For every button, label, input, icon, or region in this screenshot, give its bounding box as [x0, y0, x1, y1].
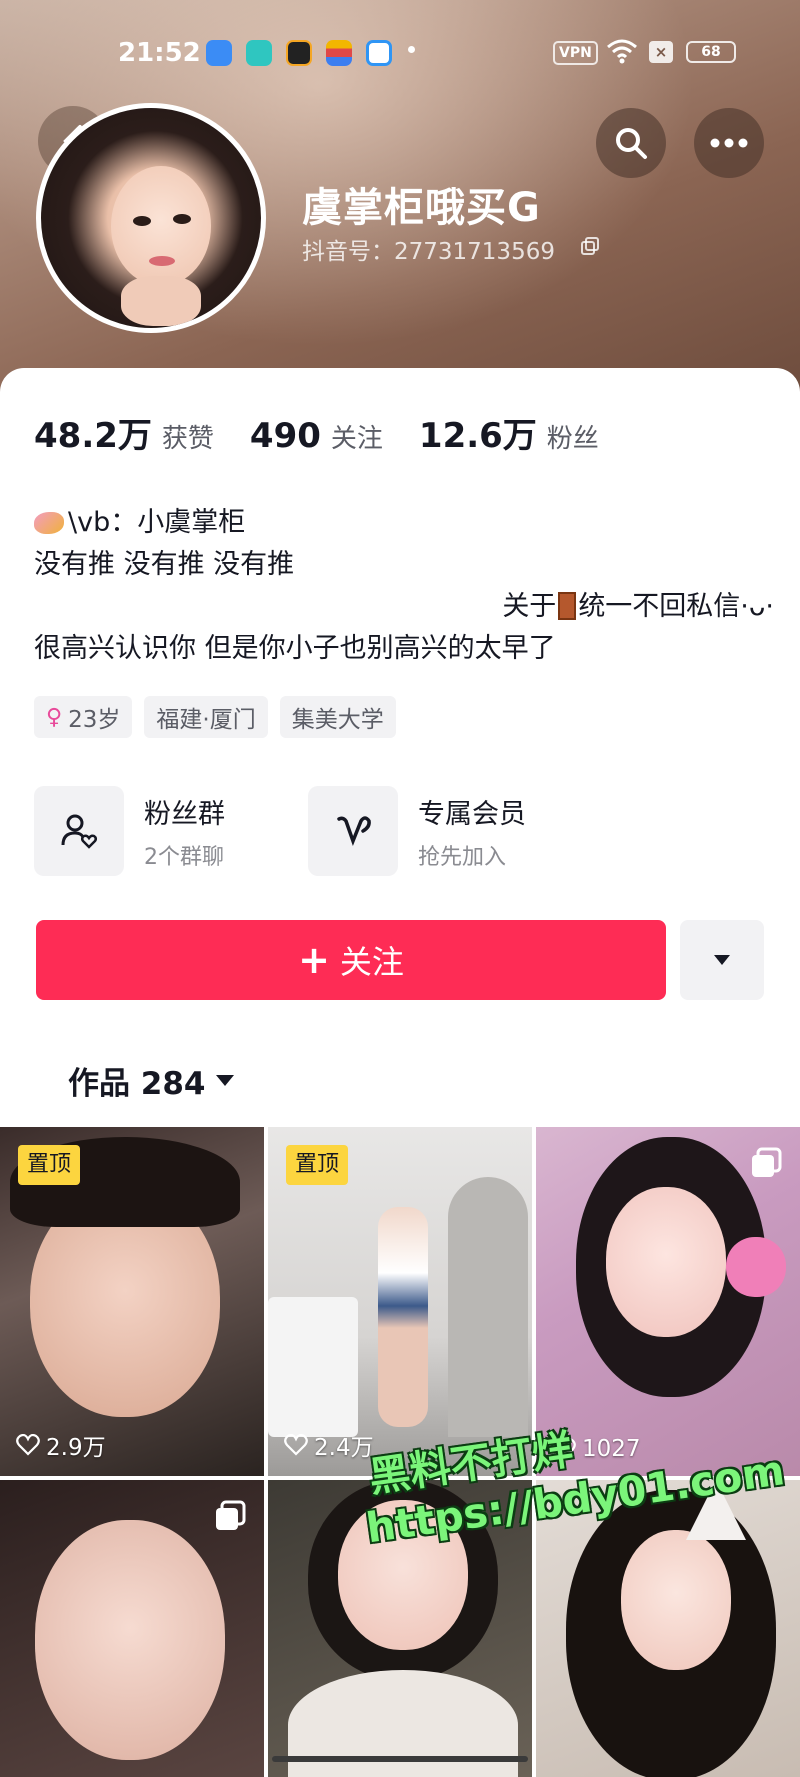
following-count[interactable]: 490 — [250, 416, 321, 456]
profile-screen: 21:52 VPN × 68 虞掌柜哦买G 抖音号：27731713569 48… — [0, 0, 800, 1777]
thumb-face — [606, 1187, 726, 1337]
caret-down-icon — [215, 1075, 234, 1086]
heart-icon — [284, 1434, 308, 1456]
avatar-lip — [149, 256, 175, 266]
bio-line: 很高兴认识你 但是你小子也别高兴的太早了 — [34, 633, 556, 664]
avatar-hand — [121, 276, 201, 326]
wifi-icon — [607, 39, 637, 64]
video-thumbnail[interactable] — [536, 1480, 800, 1777]
multi-image-icon — [216, 1500, 246, 1530]
thumb-door — [448, 1177, 528, 1437]
status-time: 21:52 — [118, 38, 201, 68]
copy-icon[interactable] — [580, 236, 600, 256]
profile-bio: \vb：小虞掌柜 没有推 没有推 没有推 关于 统一不回私信·ᴗ· 很高兴认识你 … — [34, 502, 774, 670]
tab-works[interactable]: 作品 284 — [68, 1058, 234, 1103]
location-tag: 福建·厦门 — [144, 696, 268, 738]
status-app-icons — [206, 40, 392, 66]
bio-line: 没有推 没有推 没有推 — [34, 549, 295, 580]
profile-name: 虞掌柜哦买G — [302, 185, 541, 231]
profile-header-background: 21:52 VPN × 68 虞掌柜哦买G 抖音号：27731713569 — [0, 0, 800, 420]
pinned-badge: 置顶 — [286, 1145, 349, 1185]
video-thumbnail[interactable]: 置顶 2.9万 — [0, 1127, 264, 1476]
sweet-potato-icon — [34, 512, 64, 534]
fans-group-title: 粉丝群 — [144, 798, 225, 830]
search-icon — [616, 128, 647, 159]
membership-entry[interactable]: 专属会员 抢先加入 — [308, 786, 526, 876]
plus-icon: + — [298, 938, 330, 982]
follow-label: 关注 — [339, 943, 404, 981]
sim-icon: × — [649, 41, 673, 63]
fans-group-icon-box — [34, 786, 124, 876]
followers-label: 粉丝 — [546, 424, 599, 454]
bio-line-text: 统一不回私信·ᴗ· — [578, 591, 774, 622]
heart-v-icon — [337, 816, 371, 846]
avatar[interactable] — [36, 103, 266, 333]
thumb-flower — [726, 1237, 786, 1297]
thumb-face — [35, 1520, 225, 1760]
video-likes: 2.4万 — [284, 1428, 374, 1462]
avatar-eye — [133, 216, 151, 226]
pinned-badge: 置顶 — [18, 1145, 81, 1185]
works-tab-label: 作品 284 — [68, 1066, 206, 1102]
follow-button[interactable]: + 关注 — [36, 920, 666, 1000]
app-notification-icon — [326, 40, 352, 66]
followers-count[interactable]: 12.6万 — [419, 408, 537, 457]
thumb-bed — [268, 1297, 358, 1437]
bio-line-text: 关于 — [502, 591, 557, 622]
bio-line-text: \vb：小虞掌柜 — [68, 507, 246, 538]
female-icon: ♀ — [46, 704, 63, 730]
likes-count[interactable]: 48.2万 — [34, 408, 152, 457]
battery-indicator: 68 — [686, 41, 736, 63]
home-indicator[interactable] — [272, 1756, 528, 1762]
likes-count-text: 2.9万 — [46, 1435, 106, 1461]
search-button[interactable] — [596, 108, 666, 178]
fans-group-entry[interactable]: 粉丝群 2个群聊 — [34, 786, 225, 876]
age-text: 23岁 — [68, 707, 121, 733]
profile-stats: 48.2万 获赞 490 关注 12.6万 粉丝 — [34, 408, 635, 457]
school-tag: 集美大学 — [279, 696, 396, 738]
status-bar: 21:52 VPN × 68 — [0, 30, 800, 80]
membership-title: 专属会员 — [418, 798, 526, 830]
bio-line: 关于 统一不回私信·ᴗ· — [34, 586, 774, 628]
bio-line: \vb：小虞掌柜 — [34, 502, 774, 544]
app-notification-icon — [286, 40, 312, 66]
more-button[interactable] — [694, 108, 764, 178]
app-notification-icon — [246, 40, 272, 66]
video-thumbnail[interactable]: 置顶 2.4万 — [268, 1127, 532, 1476]
membership-icon-box — [308, 786, 398, 876]
douyin-id: 抖音号：27731713569 — [302, 239, 555, 265]
likes-count-text: 2.4万 — [314, 1435, 374, 1461]
avatar-eye — [173, 214, 191, 224]
door-icon — [558, 592, 577, 620]
more-actions-dropdown[interactable] — [680, 920, 764, 1000]
more-horizontal-icon — [710, 138, 748, 148]
thumb-face — [621, 1530, 731, 1670]
multi-image-icon — [752, 1147, 782, 1177]
fans-group-sub: 2个群聊 — [144, 844, 224, 870]
membership-sub: 抢先加入 — [418, 844, 507, 870]
vpn-badge: VPN — [553, 41, 598, 65]
thumb-person — [378, 1207, 428, 1427]
caret-down-icon — [714, 955, 730, 965]
profile-tags: ♀ 23岁 福建·厦门 集美大学 — [34, 696, 396, 738]
user-heart-icon — [61, 814, 98, 849]
app-notification-icon — [366, 40, 392, 66]
video-thumbnail[interactable] — [0, 1480, 264, 1777]
likes-label: 获赞 — [161, 424, 214, 454]
following-label: 关注 — [330, 424, 383, 454]
video-likes: 2.9万 — [16, 1428, 106, 1462]
app-notification-icon — [206, 40, 232, 66]
avatar-face — [111, 166, 211, 286]
status-dot — [408, 46, 415, 53]
heart-icon — [16, 1434, 40, 1456]
fans-group-text: 粉丝群 2个群聊 — [144, 792, 225, 871]
membership-text: 专属会员 抢先加入 — [418, 792, 526, 871]
age-tag: ♀ 23岁 — [34, 696, 133, 738]
